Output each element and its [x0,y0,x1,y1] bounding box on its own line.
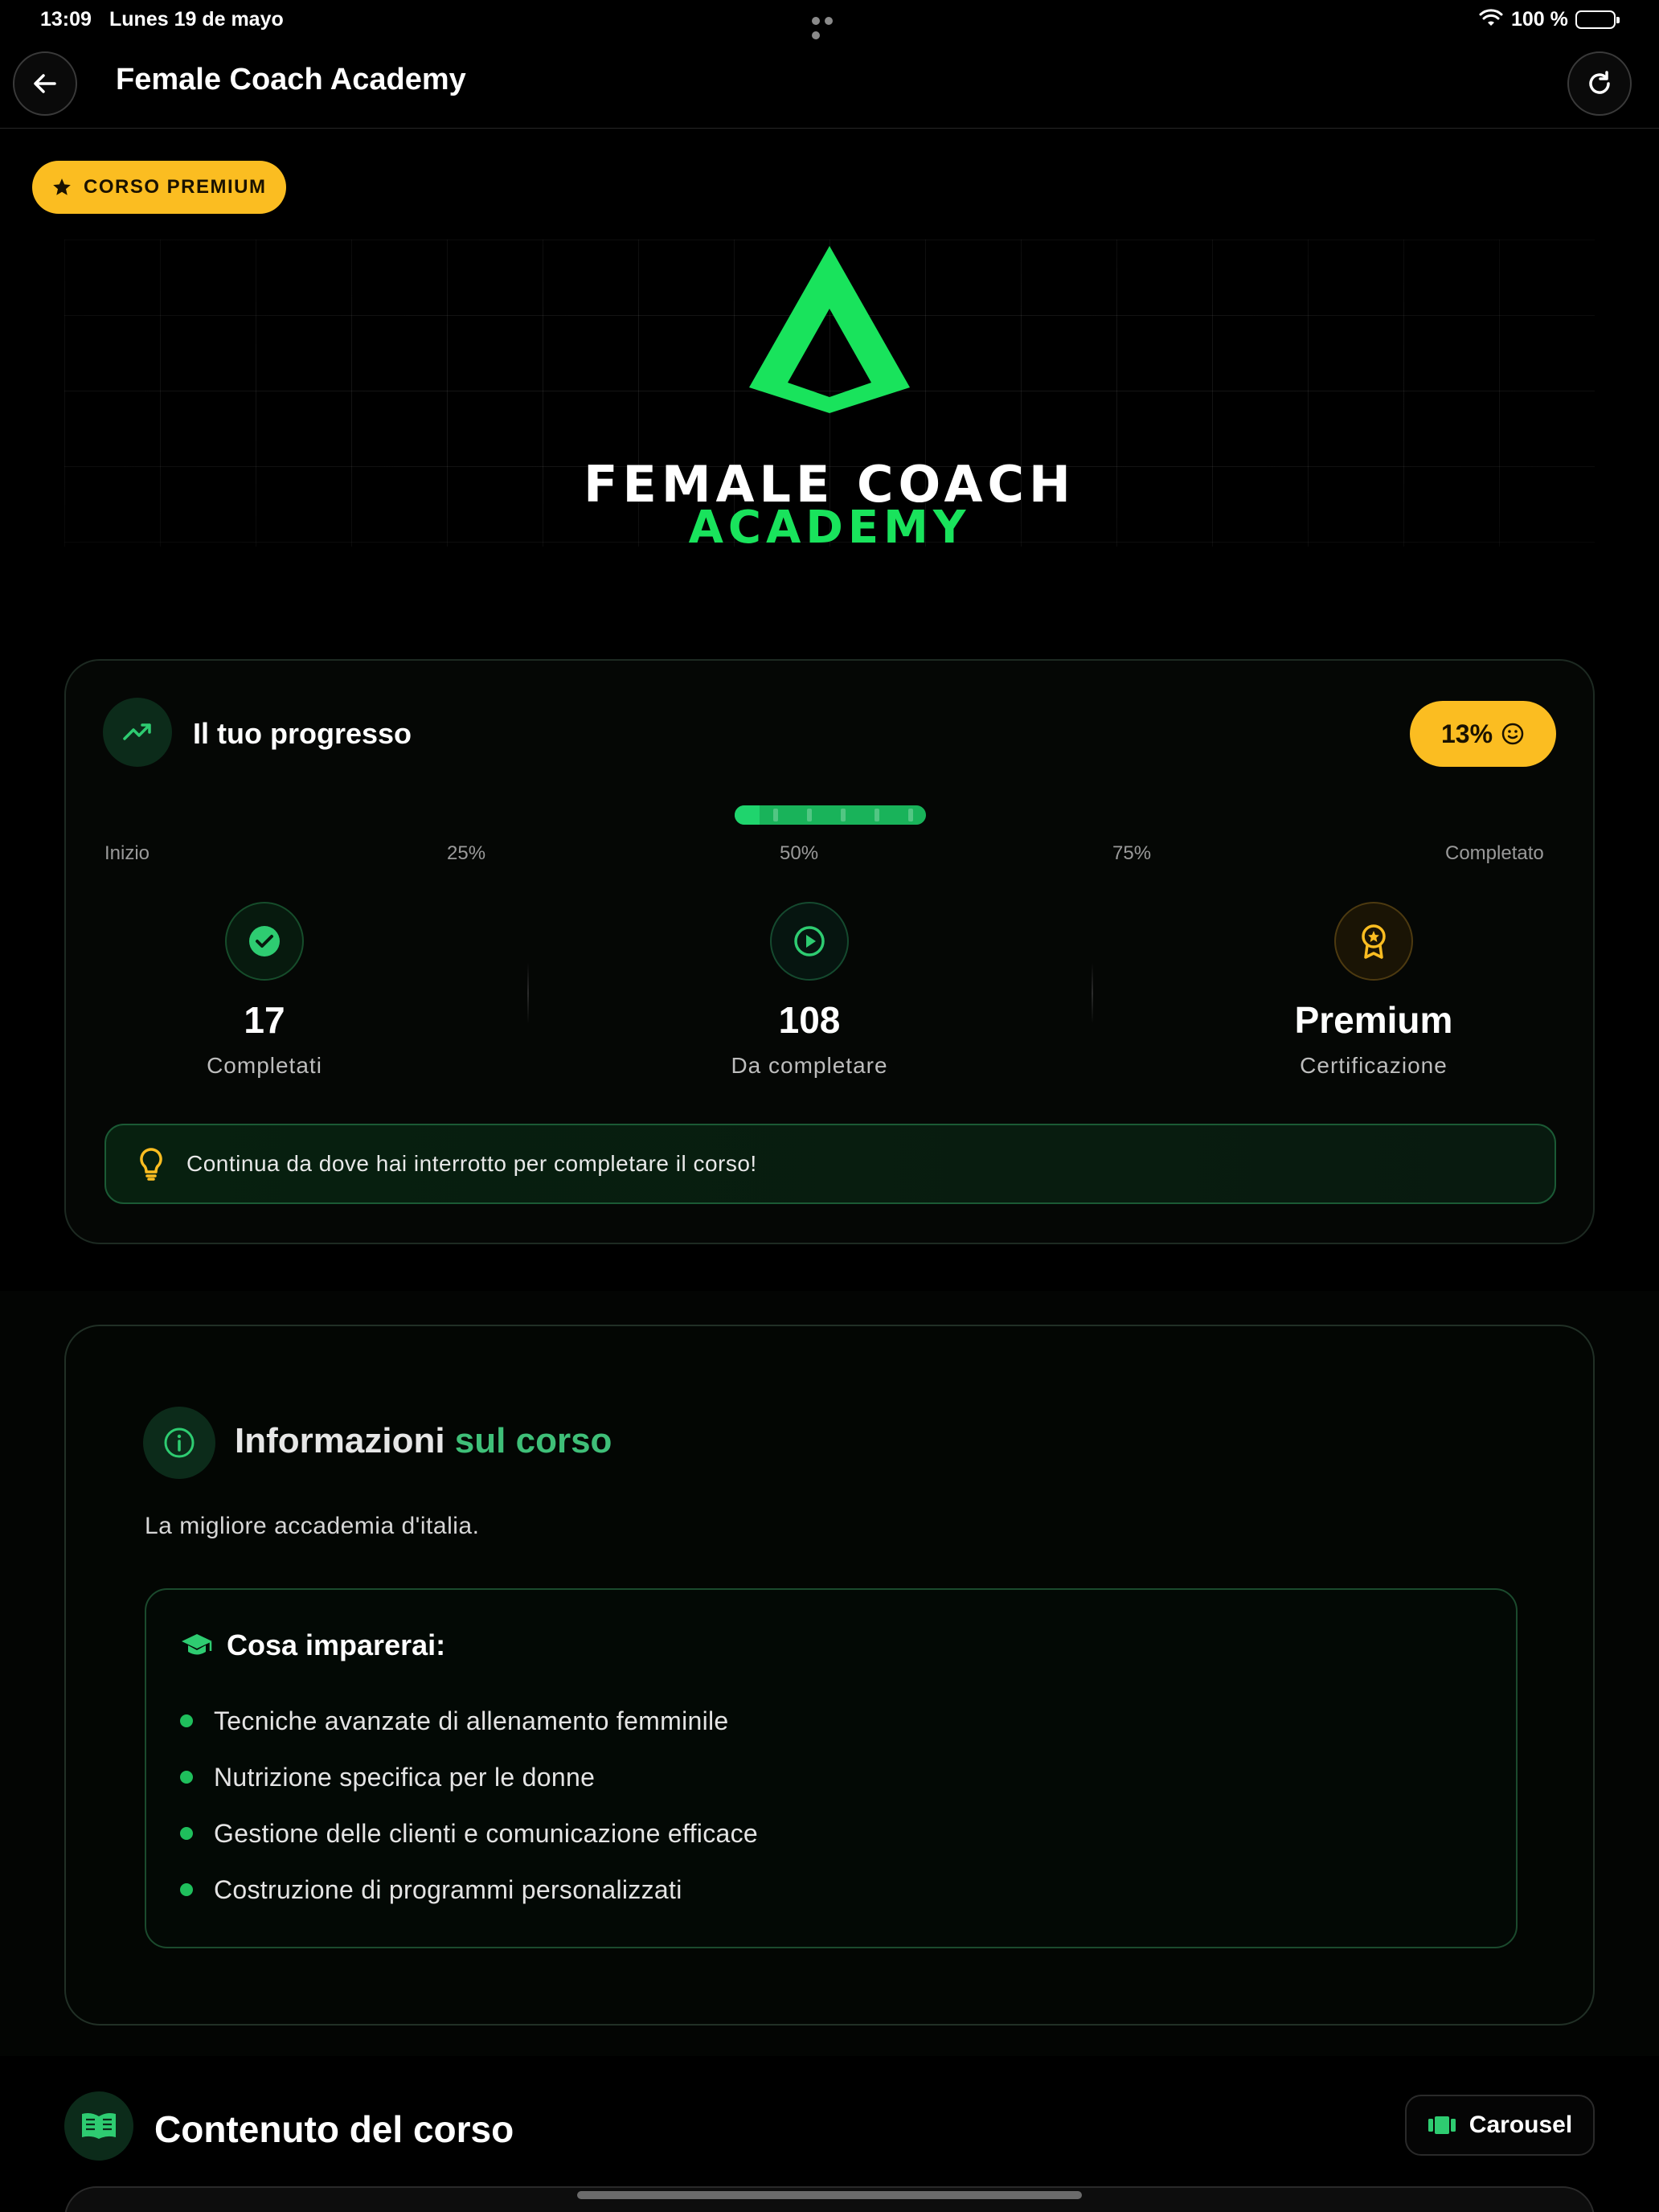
nav-bar: Female Coach Academy [0,39,1659,129]
status-bar: 13:09 Lunes 19 de mayo 100 % [0,0,1659,39]
stat-completed: 17 Completati [104,902,425,1079]
bullet-dot-icon [180,1714,193,1727]
premium-badge-label: CORSO PREMIUM [84,176,267,198]
stat-label: Completati [207,1053,322,1078]
carousel-icon [1428,2116,1456,2134]
progress-percent: 13% [1440,719,1493,748]
graduation-cap-icon [182,1634,212,1655]
progress-percent-badge: 13% [1410,701,1556,767]
bullet-dot-icon [180,1883,193,1896]
milestone-label: 50% [780,842,819,864]
stat-value: 17 [244,999,285,1041]
progress-title: Il tuo progresso [193,717,412,750]
info-icon-container [143,1407,215,1479]
academy-logo-mark [749,246,910,413]
battery-icon [1575,10,1620,29]
milestone-label: Completato [1445,842,1544,864]
learning-outcomes-title: Cosa imparerai: [227,1628,446,1661]
course-info-title: Informazioni sul corso [235,1421,612,1461]
progress-icon-container [103,698,172,767]
tip-text: Continua da dove hai interrotto per comp… [186,1151,757,1176]
star-icon [53,178,71,195]
progress-card: Il tuo progresso 13% Inizio 25% 50% 75% … [64,659,1595,1244]
stat-value: 108 [778,999,841,1041]
award-icon [1334,902,1413,981]
status-time: 13:09 [40,8,92,31]
course-hero-logo: FEMALE COACH ACADEMY [64,240,1595,547]
lightbulb-icon [140,1148,162,1181]
smile-icon [1501,723,1524,745]
course-module-card[interactable] [64,2186,1595,2212]
list-item-text: Tecniche avanzate di allenamento femmini… [214,1706,729,1735]
milestone-label: 25% [447,842,486,864]
arrow-left-icon [34,74,56,93]
course-info-card: Informazioni sul corso La migliore accad… [64,1325,1595,2026]
bullet-dot-icon [180,1827,193,1840]
list-item: Tecniche avanzate di allenamento femmini… [180,1693,758,1749]
course-description: La migliore accademia d'italia. [145,1513,480,1539]
course-info-title-part1: Informazioni [235,1421,445,1460]
list-item: Nutrizione specifica per le donne [180,1749,758,1805]
bullet-dot-icon [180,1771,193,1784]
milestone-label: Inizio [104,842,150,864]
list-item-text: Costruzione di programmi personalizzati [214,1874,682,1904]
page-title: Female Coach Academy [116,63,466,96]
learning-outcomes-header: Cosa imparerai: [180,1628,445,1662]
stat-remaining: 108 Da completare [649,902,970,1079]
status-date: Lunes 19 de mayo [109,8,284,31]
carousel-button-label: Carousel [1469,2112,1573,2138]
course-info-title-part2: sul corso [454,1421,612,1460]
refresh-button[interactable] [1567,51,1632,116]
divider [527,963,529,1024]
learning-outcomes-list: Tecniche avanzate di allenamento femmini… [180,1693,758,1918]
list-item-text: Nutrizione specifica per le donne [214,1762,596,1792]
refresh-icon [1589,71,1610,94]
logo-text-line2: ACADEMY [688,502,971,547]
learning-outcomes-box: Cosa imparerai: Tecniche avanzate di all… [145,1588,1518,1948]
book-open-icon [82,2113,116,2139]
milestone-label: 75% [1112,842,1152,864]
list-item: Costruzione di programmi personalizzati [180,1862,758,1918]
multitasking-dots-icon[interactable] [812,14,847,39]
list-item: Gestione delle clienti e comunicazione e… [180,1805,758,1862]
wifi-icon [1479,9,1503,26]
carousel-view-button[interactable]: Carousel [1405,2095,1595,2156]
play-circle-icon [770,902,849,981]
home-indicator[interactable] [577,2191,1082,2199]
stat-certification: Premium Certificazione [1213,902,1534,1079]
list-item-text: Gestione delle clienti e comunicazione e… [214,1818,759,1848]
check-circle-icon [225,902,304,981]
progress-bar [735,805,926,825]
continue-tip-banner[interactable]: Continua da dove hai interrotto per comp… [104,1124,1556,1204]
progress-bar-fill [735,805,760,825]
info-icon [164,1428,195,1458]
trending-up-icon [123,723,151,740]
stat-label: Da completare [731,1053,888,1078]
content-icon-container [64,2091,133,2161]
stat-value: Premium [1294,999,1453,1041]
divider [1092,963,1093,1024]
back-button[interactable] [13,51,77,116]
premium-badge: CORSO PREMIUM [32,161,286,214]
battery-percent: 100 % [1511,8,1568,31]
content-section-title: Contenuto del corso [154,2108,514,2150]
stat-label: Certificazione [1300,1053,1448,1078]
